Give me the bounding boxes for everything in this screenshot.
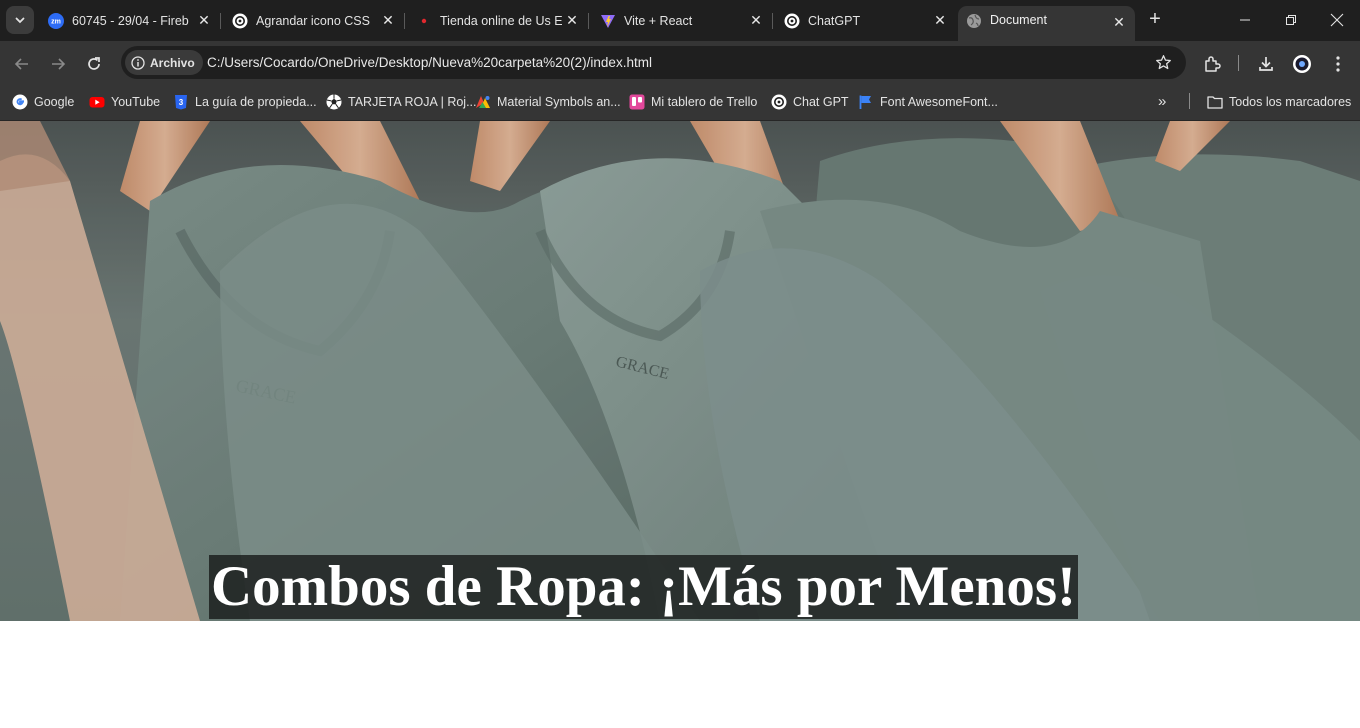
tab-title: Agrandar icono CSS xyxy=(256,13,370,28)
svg-text:3: 3 xyxy=(179,98,184,107)
chevron-down-icon xyxy=(15,17,25,24)
bookmark-label: Font AwesomeFont... xyxy=(880,95,998,109)
site-info-chip[interactable]: Archivo xyxy=(125,50,203,75)
tab-title: Document xyxy=(990,13,1047,27)
bookmark-chat-gpt[interactable]: Chat GPT xyxy=(771,92,849,112)
bookmark-font-awesome[interactable]: Font AwesomeFont... xyxy=(858,92,998,112)
tab-firebase[interactable]: zm 60745 - 29/04 - Fireb ✕ xyxy=(40,6,221,35)
material-icon xyxy=(475,94,491,110)
soccer-ball-icon xyxy=(326,94,342,110)
flag-icon xyxy=(858,94,874,110)
new-tab-button[interactable]: + xyxy=(1144,9,1166,31)
close-icon xyxy=(1330,13,1344,27)
bookmark-css-guide[interactable]: 3 La guía de propieda... xyxy=(173,92,317,112)
tab-title: Tienda online de Us E xyxy=(440,13,562,28)
bookmark-google[interactable]: Google xyxy=(12,92,74,112)
profile-avatar[interactable] xyxy=(1291,53,1313,75)
red-dot-icon xyxy=(416,13,432,29)
reload-button[interactable] xyxy=(80,50,108,78)
download-icon[interactable] xyxy=(1255,53,1277,75)
chatgpt-icon xyxy=(232,13,248,29)
tshirts-on-hangers-image: GRACE GRACE xyxy=(0,121,1360,621)
chatgpt-icon xyxy=(784,13,800,29)
close-icon[interactable]: ✕ xyxy=(746,11,766,31)
arrow-right-icon xyxy=(52,58,66,70)
tab-vite-react[interactable]: Vite + React ✕ xyxy=(592,6,773,35)
site-info-label: Archivo xyxy=(150,55,195,70)
bookmark-label: YouTube xyxy=(111,95,161,109)
bookmark-tarjeta-roja[interactable]: TARJETA ROJA | Roj... xyxy=(326,92,477,112)
back-button[interactable] xyxy=(8,50,36,78)
tab-separator xyxy=(772,13,773,29)
bookmark-label: Mi tablero de Trello xyxy=(651,95,758,109)
restore-icon xyxy=(1286,15,1296,25)
chatgpt-icon xyxy=(771,94,787,110)
chevron-double-right-icon[interactable]: » xyxy=(1158,93,1166,110)
close-icon[interactable]: ✕ xyxy=(1109,12,1129,32)
bookmark-star-icon[interactable] xyxy=(1155,54,1172,76)
info-icon xyxy=(131,55,145,70)
bookmark-trello[interactable]: Mi tablero de Trello xyxy=(629,92,757,112)
all-bookmarks-folder[interactable]: Todos los marcadores xyxy=(1207,92,1351,112)
tab-document[interactable]: Document ✕ xyxy=(958,6,1135,41)
close-icon[interactable]: ✕ xyxy=(378,11,398,31)
close-icon[interactable]: ✕ xyxy=(930,11,950,31)
restore-button[interactable] xyxy=(1268,0,1314,40)
tab-separator xyxy=(404,13,405,29)
hero-title: Combos de Ropa: ¡Más por Menos! xyxy=(209,555,1079,619)
browser-toolbar: Archivo C:/Users/Cocardo/OneDrive/Deskto… xyxy=(0,41,1360,85)
tab-strip: zm 60745 - 29/04 - Fireb ✕ Agrandar icon… xyxy=(0,0,1360,41)
tab-title: Vite + React xyxy=(624,13,693,28)
address-bar[interactable]: Archivo C:/Users/Cocardo/OneDrive/Deskto… xyxy=(121,46,1186,79)
folder-icon xyxy=(1207,94,1223,110)
tab-chatgpt[interactable]: ChatGPT ✕ xyxy=(776,6,956,35)
tab-title: ChatGPT xyxy=(808,13,861,28)
minimize-icon xyxy=(1240,19,1250,21)
bookmark-label: Chat GPT xyxy=(793,95,849,109)
css3-icon: 3 xyxy=(173,94,189,110)
forward-button[interactable] xyxy=(44,50,72,78)
menu-kebab-icon[interactable] xyxy=(1327,53,1349,75)
toolbar-divider xyxy=(1238,55,1239,71)
vite-icon xyxy=(600,13,616,29)
close-icon[interactable]: ✕ xyxy=(562,11,582,31)
svg-text:zm: zm xyxy=(51,18,61,25)
tab-tienda-online[interactable]: Tienda online de Us E ✕ xyxy=(408,6,589,35)
url-text[interactable]: C:/Users/Cocardo/OneDrive/Desktop/Nueva%… xyxy=(207,55,652,70)
close-icon[interactable]: ✕ xyxy=(194,11,214,31)
globe-icon xyxy=(966,13,982,29)
hero-image: GRACE GRACE Combos de Ropa: ¡Más por Men… xyxy=(0,121,1360,621)
reload-icon xyxy=(88,57,100,70)
tab-search-button[interactable] xyxy=(6,6,34,34)
bookmark-youtube[interactable]: YouTube xyxy=(89,92,160,112)
youtube-icon xyxy=(89,94,105,110)
tab-separator xyxy=(588,13,589,29)
google-icon xyxy=(12,94,28,110)
bookmark-label: Google xyxy=(34,95,75,109)
page-viewport: GRACE GRACE Combos de Ropa: ¡Más por Men… xyxy=(0,121,1360,728)
tab-separator xyxy=(220,13,221,29)
tab-agrandar-icono[interactable]: Agrandar icono CSS ✕ xyxy=(224,6,405,35)
zoom-icon: zm xyxy=(48,12,64,29)
bookmark-label: Material Symbols an... xyxy=(497,95,621,109)
bookmarks-divider xyxy=(1189,93,1190,109)
bookmarks-bar: Google YouTube 3 La guía de propieda... … xyxy=(0,85,1360,121)
bookmark-label: TARJETA ROJA | Roj... xyxy=(348,95,477,109)
extensions-icon[interactable] xyxy=(1201,53,1223,75)
close-window-button[interactable] xyxy=(1314,0,1360,40)
arrow-left-icon xyxy=(14,58,28,70)
bookmark-material-symbols[interactable]: Material Symbols an... xyxy=(475,92,621,112)
bookmark-label: La guía de propieda... xyxy=(195,95,317,109)
all-bookmarks-label: Todos los marcadores xyxy=(1229,95,1352,109)
trello-icon xyxy=(629,94,645,110)
tab-title: 60745 - 29/04 - Fireb xyxy=(72,13,189,28)
minimize-button[interactable] xyxy=(1222,0,1268,40)
